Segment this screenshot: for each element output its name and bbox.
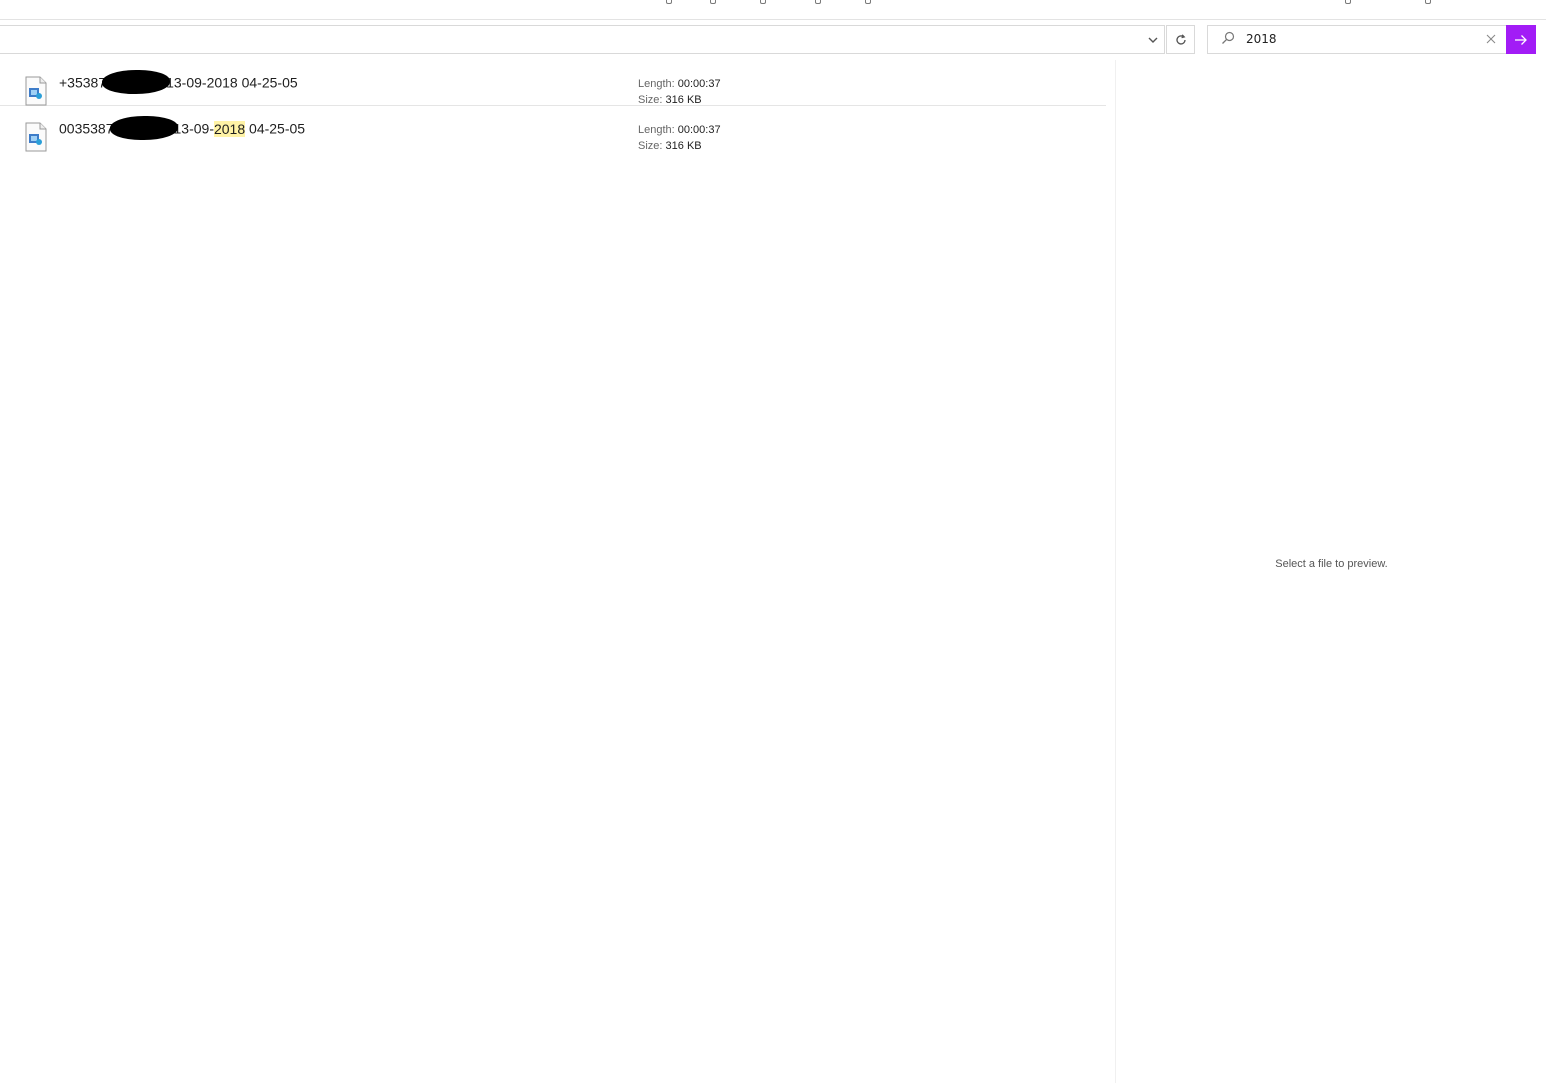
title-fragment xyxy=(760,0,766,4)
file-name-prefix: 0035387 xyxy=(59,120,114,137)
size-value: 316 KB xyxy=(665,140,702,152)
arrow-right-icon xyxy=(1515,34,1527,45)
search-value[interactable]: 2018 xyxy=(1246,26,1277,53)
length-value: 00:00:37 xyxy=(677,124,721,136)
audio-file-icon xyxy=(25,76,47,106)
close-icon[interactable] xyxy=(1482,26,1500,53)
file-name-prefix: +35387 xyxy=(59,74,107,91)
title-fragment xyxy=(1425,0,1431,4)
length-label: Length: xyxy=(638,124,675,136)
size-value: 316 KB xyxy=(665,94,702,106)
title-fragment xyxy=(815,0,821,4)
refresh-button[interactable] xyxy=(1166,25,1195,54)
title-fragment xyxy=(710,0,716,4)
redaction-mark xyxy=(109,116,178,140)
refresh-icon xyxy=(1175,33,1186,45)
search-highlight: 2018 xyxy=(213,120,246,137)
file-name[interactable]: +35387 13-09-2018 04-25-05 xyxy=(59,70,298,96)
search-input[interactable]: 2018 xyxy=(1207,25,1507,54)
file-meta: Length: 00:00:37 Size: 316 KB xyxy=(638,76,721,108)
address-bar[interactable] xyxy=(0,25,1165,54)
chevron-down-icon[interactable] xyxy=(1141,25,1165,54)
redaction-mark xyxy=(102,70,171,94)
file-name[interactable]: 0035387 13-09-2018 04-25-05 xyxy=(59,116,306,142)
file-name-suffix: 04-25-05 xyxy=(245,120,306,137)
length-value: 00:00:37 xyxy=(677,78,721,90)
audio-file-icon xyxy=(25,122,47,152)
search-go-button[interactable] xyxy=(1506,25,1536,54)
file-name-rest: 13-09-2018 04-25-05 xyxy=(166,74,298,91)
preview-empty-message: Select a file to preview. xyxy=(1275,558,1388,570)
file-name-rest: 13-09- xyxy=(173,120,214,137)
search-icon xyxy=(1220,31,1236,47)
search-results-list: +35387 13-09-2018 04-25-05 Length: 00:00:… xyxy=(0,60,1106,152)
title-fragment xyxy=(666,0,672,4)
list-item[interactable]: +35387 13-09-2018 04-25-05 Length: 00:00:… xyxy=(0,60,1106,106)
list-item[interactable]: 0035387 13-09-2018 04-25-05 Length: 00:00… xyxy=(0,106,1106,152)
title-fragment xyxy=(1345,0,1351,4)
size-label: Size: xyxy=(638,94,663,106)
title-fragment xyxy=(865,0,871,4)
size-label: Size: xyxy=(638,140,663,152)
preview-pane: Select a file to preview. xyxy=(1115,60,1546,1083)
length-label: Length: xyxy=(638,78,675,90)
title-strip xyxy=(0,0,1546,20)
file-meta: Length: 00:00:37 Size: 316 KB xyxy=(638,122,721,154)
